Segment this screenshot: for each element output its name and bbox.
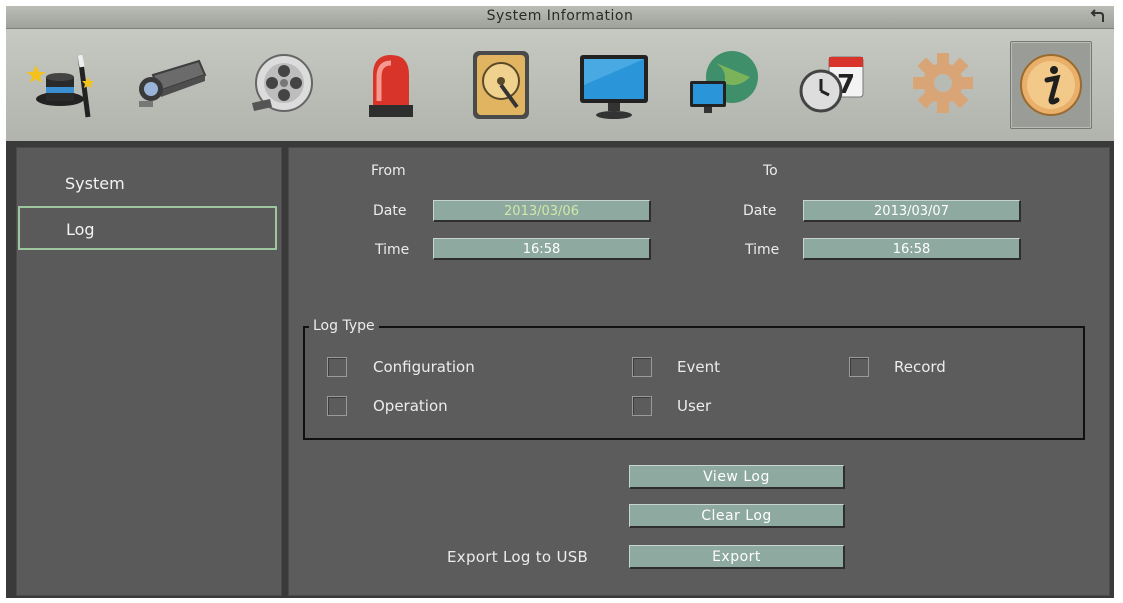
operation-checkbox[interactable] <box>327 396 347 416</box>
from-time-field[interactable]: 16:58 <box>433 238 651 260</box>
system-information-window: System Information 7 System Log From To … <box>6 6 1114 598</box>
monitor-icon[interactable] <box>574 41 654 127</box>
to-time-label: Time <box>745 242 780 258</box>
to-date-label: Date <box>743 203 777 219</box>
main-menu-toolbar: 7 <box>6 29 1114 141</box>
from-date-field[interactable]: 2013/03/06 <box>433 200 651 222</box>
back-icon[interactable] <box>1088 7 1106 25</box>
log-type-legend: Log Type <box>309 318 379 334</box>
event-checkbox[interactable] <box>632 357 652 377</box>
sidebar-item-label: System <box>65 174 125 193</box>
alarm-light-icon[interactable] <box>351 41 431 127</box>
settings-gear-icon[interactable] <box>903 41 983 127</box>
user-label: User <box>677 397 712 415</box>
camera-icon[interactable] <box>129 41 209 127</box>
sidebar-item-log[interactable]: Log <box>18 206 277 250</box>
log-type-group <box>303 326 1085 440</box>
export-button[interactable]: Export <box>629 545 845 569</box>
from-date-label: Date <box>373 203 407 219</box>
window-title: System Information <box>486 8 634 24</box>
from-label: From <box>371 163 406 179</box>
record-reel-icon[interactable] <box>242 41 322 127</box>
configuration-label: Configuration <box>373 358 475 376</box>
title-bar: System Information <box>6 6 1114 29</box>
wizard-icon[interactable] <box>22 41 102 127</box>
record-label: Record <box>894 358 946 376</box>
clear-log-button[interactable]: Clear Log <box>629 504 845 528</box>
from-time-label: Time <box>375 242 410 258</box>
export-log-label: Export Log to USB <box>447 548 589 566</box>
to-label: To <box>763 163 778 179</box>
view-log-button[interactable]: View Log <box>629 465 845 489</box>
operation-label: Operation <box>373 397 448 415</box>
sidebar: System Log <box>16 147 282 596</box>
sidebar-item-system[interactable]: System <box>17 162 275 206</box>
to-date-field[interactable]: 2013/03/07 <box>803 200 1021 222</box>
user-checkbox[interactable] <box>632 396 652 416</box>
hard-disk-icon[interactable] <box>461 41 541 127</box>
info-icon[interactable] <box>1010 41 1092 129</box>
record-checkbox[interactable] <box>849 357 869 377</box>
sidebar-item-label: Log <box>66 220 95 239</box>
configuration-checkbox[interactable] <box>327 357 347 377</box>
event-label: Event <box>677 358 720 376</box>
network-globe-icon[interactable] <box>684 41 764 127</box>
log-panel: From To Date 2013/03/06 Date 2013/03/07 … <box>288 147 1110 596</box>
schedule-clock-icon[interactable]: 7 <box>793 41 873 127</box>
to-time-field[interactable]: 16:58 <box>803 238 1021 260</box>
